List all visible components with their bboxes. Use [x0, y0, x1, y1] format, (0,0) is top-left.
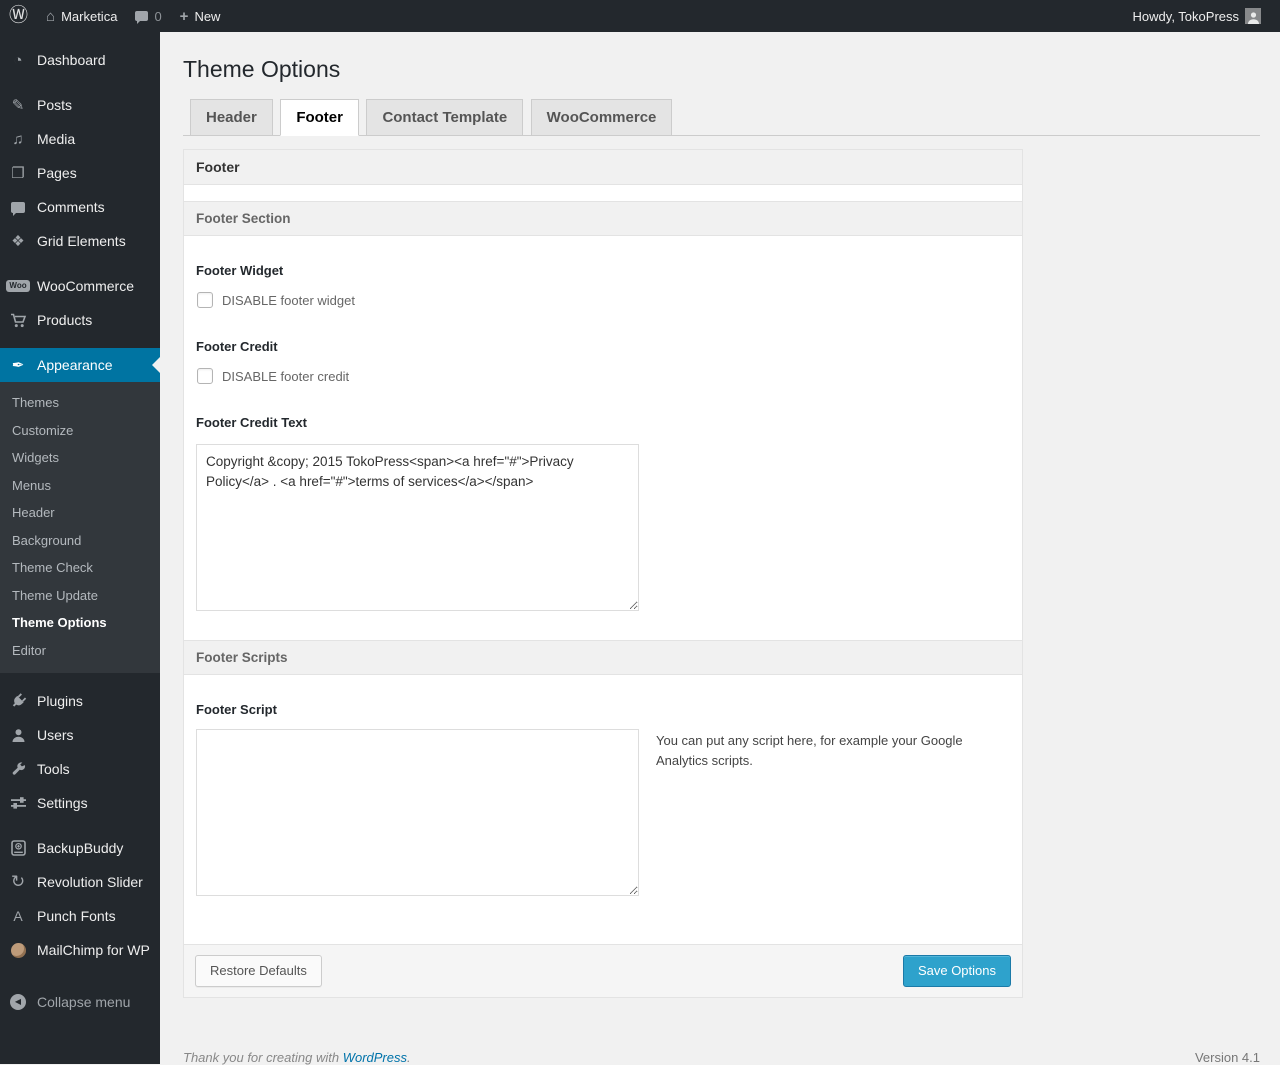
sidebar-item-mailchimp[interactable]: MailChimp for WP	[0, 933, 160, 967]
submenu-theme-check[interactable]: Theme Check	[0, 554, 160, 582]
howdy-account-link[interactable]: Howdy, TokoPress	[1124, 0, 1270, 32]
mailchimp-monkey-icon	[8, 942, 28, 958]
theme-options-panel: Footer Footer Section Footer Widget DISA…	[183, 149, 1023, 999]
disable-footer-widget-label: DISABLE footer widget	[222, 292, 355, 308]
disable-footer-widget-checkbox[interactable]	[197, 292, 213, 308]
submenu-widgets[interactable]: Widgets	[0, 444, 160, 472]
sidebar-item-punch-fonts[interactable]: A Punch Fonts	[0, 899, 160, 933]
footer-scripts-body: Footer Script You can put any script her…	[184, 702, 1022, 944]
panel-action-bar: Restore Defaults Save Options	[184, 944, 1022, 998]
sliders-icon	[8, 796, 28, 810]
admin-sidebar: ◔ Dashboard ✎ Posts ♫ Media ❐ Pages Comm…	[0, 32, 160, 1064]
home-icon: ⌂	[46, 7, 56, 25]
submenu-themes[interactable]: Themes	[0, 389, 160, 417]
sidebar-item-backupbuddy[interactable]: BackupBuddy	[0, 831, 160, 865]
woocommerce-icon: Woo	[6, 280, 30, 292]
sidebar-item-settings[interactable]: Settings	[0, 786, 160, 820]
sidebar-item-posts[interactable]: ✎ Posts	[0, 88, 160, 122]
footer-credit-label: Footer Credit	[196, 339, 278, 354]
page-title: Theme Options	[183, 56, 341, 82]
collapse-arrow-icon: ◀	[8, 994, 28, 1010]
admin-footer: Thank you for creating with WordPress. V…	[183, 1050, 1260, 1065]
tab-bar: Header Footer Contact Template WooCommer…	[183, 99, 1260, 136]
submenu-theme-update[interactable]: Theme Update	[0, 582, 160, 610]
sidebar-item-revolution-slider[interactable]: ↻ Revolution Slider	[0, 865, 160, 899]
restore-defaults-button[interactable]: Restore Defaults	[195, 955, 322, 988]
group-body-spacer	[184, 185, 1022, 201]
submenu-background[interactable]: Background	[0, 527, 160, 555]
submenu-theme-options[interactable]: Theme Options	[0, 609, 160, 637]
appearance-submenu: Themes Customize Widgets Menus Header Ba…	[0, 382, 160, 673]
letter-a-icon: A	[13, 908, 23, 924]
group-header-footer: Footer	[184, 149, 1022, 185]
sidebar-item-woocommerce[interactable]: Woo WooCommerce	[0, 269, 160, 303]
comments-count: 0	[154, 8, 162, 24]
appearance-brush-icon: ✒	[11, 357, 25, 374]
new-content-link[interactable]: + New	[171, 0, 230, 32]
version-label: Version 4.1	[1194, 1050, 1260, 1065]
footer-script-label: Footer Script	[196, 702, 277, 717]
footer-script-hint: You can put any script here, for example…	[656, 733, 963, 769]
new-label: New	[194, 8, 221, 24]
sidebar-item-appearance[interactable]: ✒ Appearance	[0, 348, 160, 382]
wordpress-link[interactable]: WordPress	[343, 1050, 407, 1065]
sidebar-item-products[interactable]: Products	[0, 303, 160, 337]
submenu-editor[interactable]: Editor	[0, 637, 160, 665]
comments-shortcut-link[interactable]: 0	[126, 0, 170, 32]
footer-thanks: Thank you for creating with WordPress.	[183, 1050, 411, 1065]
main-content: Theme Options Header Footer Contact Temp…	[160, 32, 1280, 1065]
sidebar-item-users[interactable]: Users	[0, 718, 160, 752]
wordpress-logo-button[interactable]: Ⓦ	[0, 0, 37, 32]
media-icon: ♫	[12, 130, 24, 148]
sidebar-item-dashboard[interactable]: ◔ Dashboard	[0, 43, 160, 77]
plugin-icon	[8, 693, 28, 709]
sidebar-item-tools[interactable]: Tools	[0, 752, 160, 786]
comments-bubble-icon	[8, 201, 28, 216]
footer-script-textarea[interactable]	[196, 729, 639, 896]
comment-bubble-icon	[135, 11, 149, 24]
dashboard-icon: ◔	[13, 51, 23, 69]
submenu-customize[interactable]: Customize	[0, 417, 160, 445]
collapse-menu-button[interactable]: ◀ Collapse menu	[0, 985, 160, 1019]
pages-icon: ❐	[11, 165, 25, 182]
footer-section-body: Footer Widget DISABLE footer widget Foot…	[184, 263, 1022, 640]
sidebar-item-comments[interactable]: Comments	[0, 190, 160, 224]
section-header-footer-scripts: Footer Scripts	[184, 640, 1022, 675]
footer-credit-text-textarea[interactable]: Copyright &copy; 2015 TokoPress<span><a …	[196, 444, 639, 611]
footer-widget-label: Footer Widget	[196, 263, 284, 278]
tab-header[interactable]: Header	[190, 99, 273, 135]
sidebar-item-grid-elements[interactable]: ❖ Grid Elements	[0, 224, 160, 258]
footer-credit-checkbox-row: DISABLE footer credit	[196, 368, 1010, 384]
howdy-label: Howdy, TokoPress	[1132, 8, 1239, 24]
avatar	[1245, 8, 1261, 24]
cart-icon	[8, 313, 28, 328]
rotate-arrows-icon: ↻	[10, 872, 26, 891]
grid-elements-icon: ❖	[11, 233, 25, 250]
backup-device-icon	[8, 840, 28, 856]
tab-woocommerce[interactable]: WooCommerce	[530, 99, 673, 135]
sidebar-item-media[interactable]: ♫ Media	[0, 122, 160, 156]
sidebar-item-plugins[interactable]: Plugins	[0, 684, 160, 718]
user-icon	[8, 728, 28, 743]
wrench-icon	[8, 761, 28, 777]
wordpress-icon: Ⓦ	[9, 5, 29, 26]
site-name-link[interactable]: ⌂ Marketica	[37, 0, 126, 32]
section-header-footer-section: Footer Section	[184, 201, 1022, 236]
footer-credit-text-label: Footer Credit Text	[196, 415, 307, 430]
site-name-label: Marketica	[61, 8, 118, 24]
disable-footer-credit-checkbox[interactable]	[197, 368, 213, 384]
submenu-menus[interactable]: Menus	[0, 472, 160, 500]
save-options-button[interactable]: Save Options	[902, 955, 1011, 988]
sidebar-item-pages[interactable]: ❐ Pages	[0, 156, 160, 190]
submenu-header[interactable]: Header	[0, 499, 160, 527]
admin-bar: Ⓦ ⌂ Marketica 0 + New Howdy, TokoPress	[0, 0, 1280, 32]
tab-footer[interactable]: Footer	[280, 99, 359, 136]
disable-footer-credit-label: DISABLE footer credit	[222, 368, 350, 384]
pushpin-icon: ✎	[11, 97, 25, 114]
footer-widget-checkbox-row: DISABLE footer widget	[196, 292, 1010, 308]
tab-contact-template[interactable]: Contact Template	[366, 99, 524, 135]
plus-icon: +	[179, 7, 189, 25]
